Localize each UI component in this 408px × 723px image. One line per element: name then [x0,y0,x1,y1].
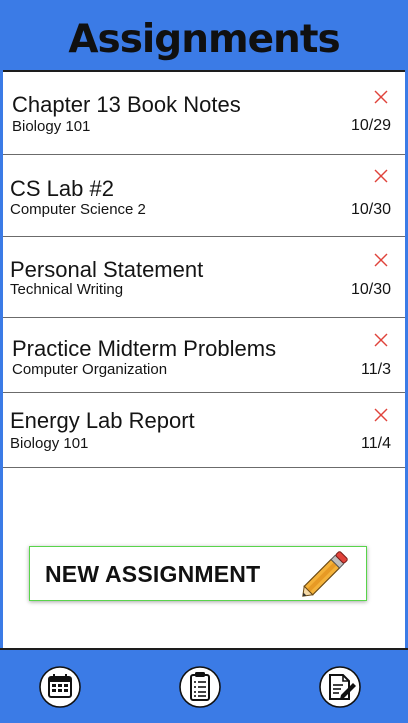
delete-icon[interactable] [373,407,389,423]
app-frame: Assignments Chapter 13 Book Notes Biolog… [0,0,408,723]
assignment-course: Computer Science 2 [10,201,146,218]
new-assignment-button[interactable]: NEW ASSIGNMENT [29,546,367,601]
assignment-due-date: 10/29 [350,117,391,134]
assignment-row[interactable]: CS Lab #2 Computer Science 2 10/30 [3,155,405,237]
assignment-due-date: 11/4 [361,435,391,452]
delete-icon[interactable] [373,89,389,105]
assignment-row[interactable]: Energy Lab Report Biology 101 11/4 [3,393,405,468]
edit-document-icon [319,666,361,708]
nav-edit-button[interactable] [319,666,361,708]
assignment-title: Energy Lab Report [10,408,195,433]
header: Assignments [0,0,408,70]
assignment-row[interactable]: Practice Midterm Problems Computer Organ… [3,318,405,393]
assignment-course: Biology 101 [10,435,89,452]
assignment-course: Computer Organization [12,361,168,378]
delete-icon[interactable] [373,168,389,184]
assignment-title: Chapter 13 Book Notes [12,92,241,117]
assignment-row[interactable]: Personal Statement Technical Writing 10/… [3,237,405,318]
assignment-due-date: 10/30 [350,281,391,298]
delete-icon[interactable] [373,252,389,268]
assignment-row[interactable]: Chapter 13 Book Notes Biology 101 10/29 [3,72,405,155]
clipboard-icon [179,666,221,708]
assignment-due-date: 10/30 [350,201,391,218]
calendar-icon [39,666,81,708]
assignment-title: Practice Midterm Problems [12,336,277,361]
assignment-title: CS Lab #2 [10,176,114,201]
pencil-icon [302,551,348,597]
nav-calendar-button[interactable] [39,666,81,708]
assignment-title: Personal Statement [10,257,204,282]
new-assignment-label: NEW ASSIGNMENT [45,561,261,587]
page-title: Assignments [68,16,340,62]
assignment-course: Technical Writing [10,281,124,298]
nav-assignments-button[interactable] [179,666,221,708]
delete-icon[interactable] [373,332,389,348]
bottom-nav [0,648,408,723]
assignment-due-date: 11/3 [361,361,391,378]
assignment-course: Biology 101 [12,118,91,135]
